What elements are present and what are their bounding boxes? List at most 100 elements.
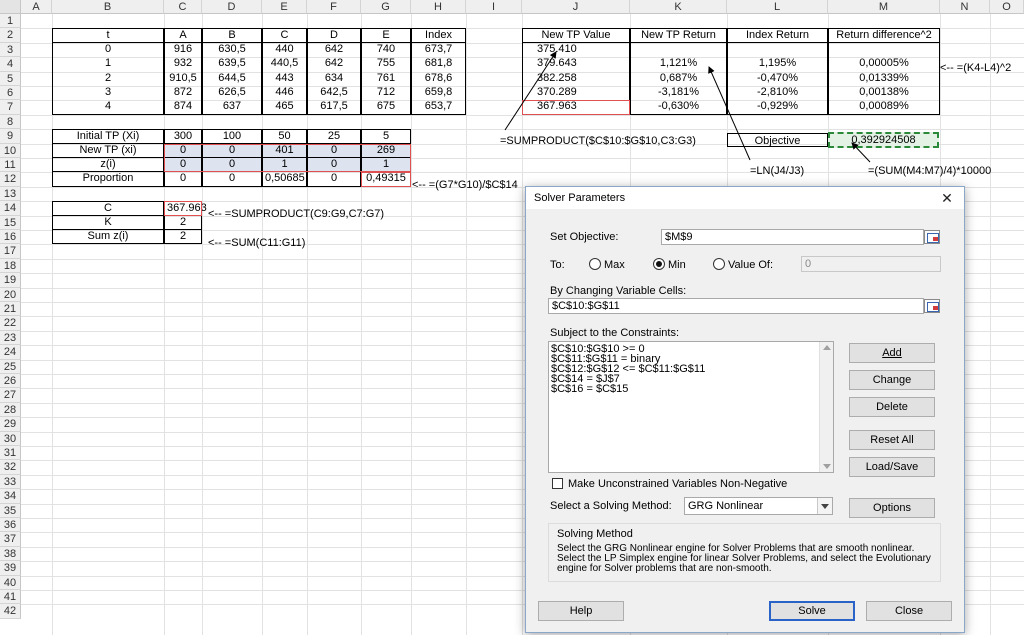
column-header[interactable]: J — [522, 0, 630, 14]
table1-cell[interactable]: 642 — [307, 42, 361, 58]
table1-header-cell[interactable]: B — [202, 28, 262, 43]
table3-cell[interactable]: 5 — [361, 129, 411, 144]
column-header[interactable]: O — [990, 0, 1024, 14]
table1-cell[interactable]: 675 — [361, 100, 411, 115]
table1-cell[interactable]: 642 — [307, 57, 361, 72]
row-header[interactable]: 4 — [0, 57, 21, 72]
chevron-down-icon[interactable] — [817, 498, 832, 514]
table3-cell[interactable]: 0 — [307, 172, 361, 187]
table3-cell[interactable]: 100 — [202, 129, 262, 144]
row-header[interactable]: 29 — [0, 417, 21, 432]
table1-cell[interactable]: 673,7 — [411, 42, 466, 58]
table1-cell[interactable]: 712 — [361, 86, 411, 101]
table1-cell[interactable]: 0 — [52, 42, 164, 58]
column-header[interactable]: N — [940, 0, 990, 14]
table3-cell[interactable]: 300 — [164, 129, 202, 144]
table3-cell[interactable]: 0 — [307, 143, 361, 158]
table1-cell[interactable]: 932 — [164, 57, 202, 72]
row-header[interactable]: 38 — [0, 546, 21, 562]
table1-cell[interactable]: 446 — [262, 86, 307, 101]
add-button[interactable]: Add — [849, 343, 935, 363]
table3-cell[interactable]: z(i) — [52, 158, 164, 173]
constraints-list[interactable]: $C$10:$G$10 >= 0 $C$11:$G$11 = binary $C$1… — [548, 341, 834, 473]
table1-cell[interactable]: 639,5 — [202, 57, 262, 72]
table1-cell[interactable]: 617,5 — [307, 100, 361, 115]
table1-cell[interactable]: 678,6 — [411, 71, 466, 86]
table2-header-cell[interactable]: Index Return — [727, 28, 828, 43]
table4-cell[interactable]: C — [52, 201, 164, 216]
row-header[interactable]: 19 — [0, 273, 21, 288]
column-header[interactable]: L — [727, 0, 828, 14]
row-header[interactable]: 17 — [0, 244, 21, 259]
table3-cell[interactable]: 0 — [202, 172, 262, 187]
scroll-up-icon[interactable] — [823, 345, 831, 350]
column-header[interactable]: G — [361, 0, 411, 14]
row-header[interactable]: 23 — [0, 330, 21, 346]
table1-header-cell[interactable]: Index — [411, 28, 466, 43]
row-header[interactable]: 13 — [0, 186, 21, 202]
select-all-corner[interactable] — [0, 0, 21, 14]
table1-cell[interactable]: 916 — [164, 42, 202, 58]
close-button[interactable]: Close — [866, 601, 952, 621]
table1-header-cell[interactable]: C — [262, 28, 307, 43]
row-header[interactable]: 5 — [0, 71, 21, 86]
help-button[interactable]: Help — [538, 601, 624, 621]
table1-cell[interactable]: 755 — [361, 57, 411, 72]
table3-cell[interactable]: 1 — [262, 158, 307, 173]
table1-cell[interactable]: 681,8 — [411, 57, 466, 72]
objective-value-cell[interactable]: 0,392924508 — [828, 132, 939, 148]
table2-header-cell[interactable]: New TP Return — [630, 28, 727, 43]
value-of-radio[interactable] — [713, 258, 725, 270]
min-radio[interactable] — [653, 258, 665, 270]
table1-cell[interactable]: 465 — [262, 100, 307, 115]
row-header[interactable]: 8 — [0, 114, 21, 130]
table1-cell[interactable]: 740 — [361, 42, 411, 58]
row-header[interactable]: 18 — [0, 258, 21, 274]
options-button[interactable]: Options — [849, 498, 935, 518]
table1-cell[interactable]: 910,5 — [164, 71, 202, 86]
column-header[interactable]: H — [411, 0, 466, 14]
table2-cell[interactable]: 375.410 — [522, 42, 630, 58]
table4-cell[interactable]: 2 — [164, 230, 202, 245]
table1-cell[interactable]: 872 — [164, 86, 202, 101]
table3-cell[interactable]: 0,50685 — [262, 172, 307, 187]
row-header[interactable]: 14 — [0, 201, 21, 216]
table2-cell[interactable]: -3,181% — [630, 86, 727, 101]
table2-cell[interactable]: 1,195% — [727, 57, 828, 72]
table2-cell[interactable]: 370.289 — [522, 86, 630, 101]
table2-header-cell[interactable]: Return difference^2 — [828, 28, 940, 43]
table1-cell[interactable]: 874 — [164, 100, 202, 115]
row-header[interactable]: 30 — [0, 431, 21, 446]
table3-cell[interactable]: 0 — [164, 158, 202, 173]
row-header[interactable]: 20 — [0, 287, 21, 302]
scroll-down-icon[interactable] — [823, 464, 831, 469]
table1-cell[interactable]: 630,5 — [202, 42, 262, 58]
table2-cell[interactable]: -0,630% — [630, 100, 727, 115]
value-of-input[interactable] — [801, 256, 941, 272]
table3-cell[interactable]: 0 — [164, 172, 202, 187]
constraints-scrollbar[interactable] — [819, 342, 833, 472]
table2-cell[interactable]: 382.258 — [522, 71, 630, 86]
row-header[interactable]: 26 — [0, 374, 21, 389]
table3-cell[interactable]: 25 — [307, 129, 361, 144]
row-header[interactable]: 3 — [0, 42, 21, 58]
table1-cell[interactable]: 440 — [262, 42, 307, 58]
table1-header-cell[interactable]: E — [361, 28, 411, 43]
table1-cell[interactable]: 659,8 — [411, 86, 466, 101]
row-header[interactable]: 32 — [0, 460, 21, 475]
table2-cell[interactable]: 379.643 — [522, 57, 630, 72]
table1-header-cell[interactable]: A — [164, 28, 202, 43]
table3-cell[interactable]: New TP (xi) — [52, 143, 164, 158]
row-header[interactable]: 22 — [0, 316, 21, 331]
table3-cell[interactable]: Proportion — [52, 172, 164, 187]
table2-cell[interactable]: 0,00005% — [828, 57, 940, 72]
table3-cell[interactable]: 401 — [262, 143, 307, 158]
table1-cell[interactable]: 3 — [52, 86, 164, 101]
row-header[interactable]: 25 — [0, 359, 21, 374]
row-header[interactable]: 42 — [0, 604, 21, 619]
table4-cell[interactable]: Sum z(i) — [52, 230, 164, 245]
change-button[interactable]: Change — [849, 370, 935, 390]
table1-cell[interactable]: 2 — [52, 71, 164, 86]
table3-cell[interactable]: 50 — [262, 129, 307, 144]
table3-cell[interactable]: 0,49315 — [361, 172, 411, 187]
